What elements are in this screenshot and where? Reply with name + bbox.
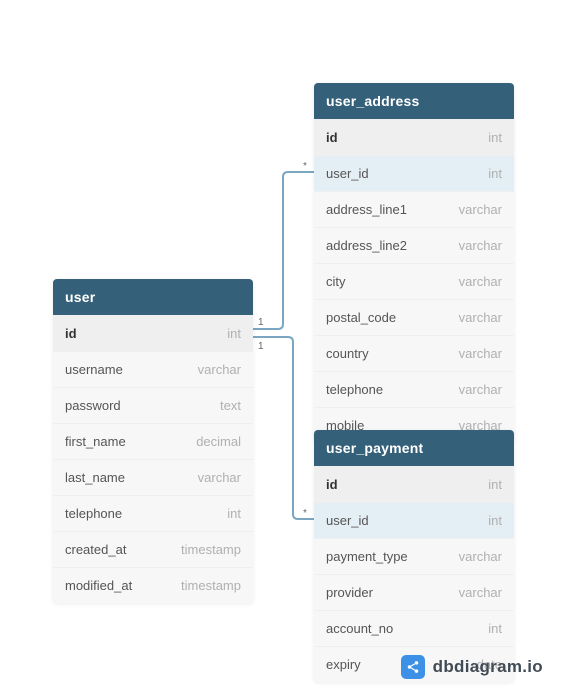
table-row[interactable]: telephone int (53, 495, 253, 531)
column-name: expiry (326, 657, 361, 672)
column-type: varchar (459, 346, 502, 361)
table-header: user (53, 279, 253, 315)
column-name: city (326, 274, 346, 289)
column-type: text (220, 398, 241, 413)
table-row[interactable]: username varchar (53, 351, 253, 387)
column-name: last_name (65, 470, 125, 485)
column-type: varchar (459, 549, 502, 564)
logo-rest: diagram.io (454, 657, 543, 676)
table-row[interactable]: postal_code varchar (314, 299, 514, 335)
logo-bold: db (433, 657, 454, 676)
column-type: int (227, 326, 241, 341)
column-name: username (65, 362, 123, 377)
column-name: provider (326, 585, 373, 600)
column-name: created_at (65, 542, 126, 557)
table-row[interactable]: id int (314, 466, 514, 502)
column-type: varchar (459, 274, 502, 289)
table-row[interactable]: provider varchar (314, 574, 514, 610)
table-row[interactable]: user_id int (314, 502, 514, 538)
column-type: varchar (198, 362, 241, 377)
table-row[interactable]: account_no int (314, 610, 514, 646)
relation-label-one: 1 (258, 341, 264, 352)
table-row[interactable]: country varchar (314, 335, 514, 371)
logo: dbdiagram.io (401, 655, 543, 679)
column-name: postal_code (326, 310, 396, 325)
relation-label-many: * (303, 508, 307, 519)
table-user-payment[interactable]: user_payment id int user_id int payment_… (314, 430, 514, 682)
column-type: int (227, 506, 241, 521)
column-name: id (326, 130, 338, 145)
table-row[interactable]: last_name varchar (53, 459, 253, 495)
table-row[interactable]: payment_type varchar (314, 538, 514, 574)
column-name: country (326, 346, 369, 361)
column-type: timestamp (181, 542, 241, 557)
share-icon (401, 655, 425, 679)
table-row[interactable]: city varchar (314, 263, 514, 299)
column-type: int (488, 513, 502, 528)
column-type: varchar (459, 238, 502, 253)
column-type: varchar (459, 202, 502, 217)
table-row[interactable]: modified_at timestamp (53, 567, 253, 603)
table-row[interactable]: password text (53, 387, 253, 423)
column-type: varchar (459, 310, 502, 325)
table-row[interactable]: id int (53, 315, 253, 351)
column-name: id (65, 326, 77, 341)
column-name: first_name (65, 434, 126, 449)
column-name: telephone (326, 382, 383, 397)
column-name: user_id (326, 513, 369, 528)
column-type: int (488, 166, 502, 181)
column-type: decimal (196, 434, 241, 449)
diagram-canvas: 1 * 1 * user id int username varchar pas… (0, 0, 561, 695)
table-user-address[interactable]: user_address id int user_id int address_… (314, 83, 514, 443)
table-header: user_payment (314, 430, 514, 466)
column-type: int (488, 130, 502, 145)
column-name: telephone (65, 506, 122, 521)
table-user[interactable]: user id int username varchar password te… (53, 279, 253, 603)
table-row[interactable]: first_name decimal (53, 423, 253, 459)
logo-text: dbdiagram.io (433, 657, 543, 677)
share-icon-svg (406, 660, 420, 674)
column-type: int (488, 621, 502, 636)
column-name: address_line1 (326, 202, 407, 217)
table-row[interactable]: id int (314, 119, 514, 155)
table-row[interactable]: telephone varchar (314, 371, 514, 407)
column-name: account_no (326, 621, 393, 636)
relation-label-one: 1 (258, 317, 264, 328)
column-name: password (65, 398, 121, 413)
column-type: varchar (459, 585, 502, 600)
table-row[interactable]: user_id int (314, 155, 514, 191)
column-type: int (488, 477, 502, 492)
column-type: varchar (198, 470, 241, 485)
relation-user-to-user-payment (253, 337, 314, 519)
column-name: user_id (326, 166, 369, 181)
table-row[interactable]: created_at timestamp (53, 531, 253, 567)
column-name: modified_at (65, 578, 132, 593)
table-row[interactable]: address_line1 varchar (314, 191, 514, 227)
column-name: address_line2 (326, 238, 407, 253)
column-type: timestamp (181, 578, 241, 593)
column-type: varchar (459, 382, 502, 397)
column-name: id (326, 477, 338, 492)
table-header: user_address (314, 83, 514, 119)
table-row[interactable]: address_line2 varchar (314, 227, 514, 263)
column-name: payment_type (326, 549, 408, 564)
relation-user-to-user-address (253, 172, 314, 329)
relation-label-many: * (303, 161, 307, 172)
